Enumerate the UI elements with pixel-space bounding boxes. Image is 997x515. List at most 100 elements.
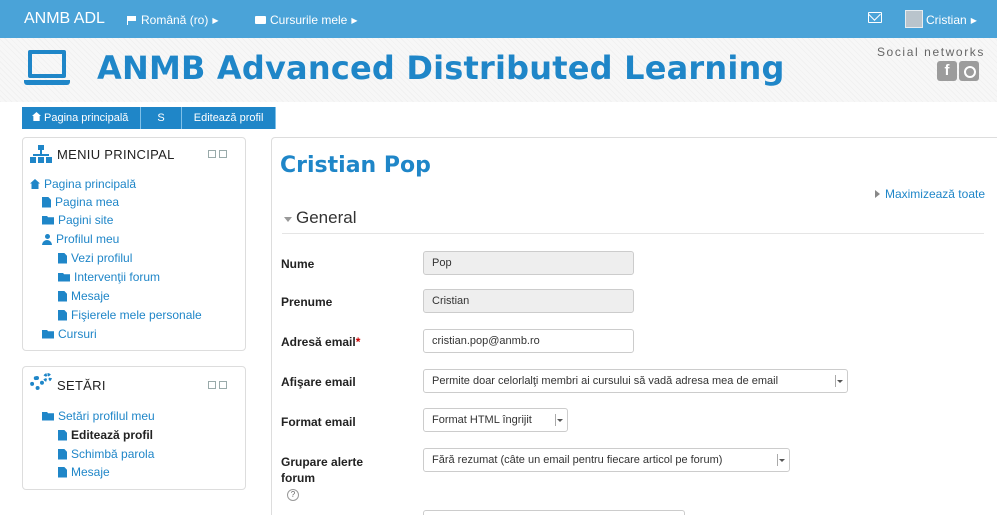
sitemap-icon	[30, 145, 52, 163]
my-courses-label: Cursurile mele	[270, 13, 348, 27]
email-label: Adresă email*	[281, 335, 360, 349]
main-menu-title: MENIU PRINCIPAL	[57, 147, 175, 162]
social-circle-icon[interactable]	[959, 61, 979, 81]
page-icon	[42, 196, 51, 208]
breadcrumb-current[interactable]: Editează profil	[181, 107, 277, 129]
messages-icon[interactable]	[868, 12, 882, 23]
email-display-label: Afişare email	[281, 375, 356, 389]
section-divider	[282, 233, 984, 234]
page-icon	[58, 309, 67, 321]
laptop-icon	[24, 50, 70, 90]
firstname-field[interactable]: Cristian	[423, 289, 634, 313]
menu-item-label: Cursuri	[58, 327, 97, 341]
surname-label: Nume	[281, 257, 315, 271]
page-icon	[58, 429, 67, 441]
email-display-value: Permite doar celorlalţi membri ai cursul…	[432, 375, 779, 387]
settings-item-profile-settings[interactable]: Setări profilul meu	[42, 409, 155, 423]
email-label-text: Adresă email	[281, 335, 356, 349]
email-format-select[interactable]: Format HTML îngrijit	[423, 408, 568, 432]
page-icon	[58, 448, 67, 460]
breadcrumb-home-label: Pagina principală	[44, 112, 129, 124]
select-arrows-icon	[555, 414, 563, 426]
settings-item-label: Schimbă parola	[71, 447, 155, 461]
breadcrumb: Pagina principală S Editează profil	[22, 107, 277, 129]
breadcrumb-course[interactable]: S	[141, 107, 182, 129]
forum-digest-label: Grupare alerte	[281, 455, 364, 469]
email-display-select[interactable]: Permite doar celorlalţi membri ai cursul…	[423, 369, 848, 393]
caret-right-icon: ▶	[351, 15, 358, 25]
avatar[interactable]	[905, 10, 923, 28]
forum-digest-value: Fără rezumat (câte un email pentru fieca…	[432, 454, 723, 466]
page-icon	[58, 252, 67, 264]
select-arrows-icon	[777, 454, 785, 466]
settings-title: SETĂRI	[57, 378, 106, 393]
next-field-select[interactable]	[423, 510, 685, 515]
menu-item-my-page[interactable]: Pagina mea	[42, 195, 119, 209]
section-general-toggle[interactable]: General	[284, 208, 356, 228]
breadcrumb-home[interactable]: Pagina principală	[22, 107, 142, 129]
menu-item-view-profile[interactable]: Vezi profilul	[58, 251, 132, 265]
email-field[interactable]: cristian.pop@anmb.ro	[423, 329, 634, 353]
select-arrows-icon	[835, 375, 843, 387]
language-label: Română (ro)	[141, 13, 209, 27]
email-format-value: Format HTML îngrijit	[432, 414, 532, 426]
surname-field[interactable]: Pop	[423, 251, 634, 275]
page-title: Cristian Pop	[280, 153, 431, 178]
menu-item-private-files[interactable]: Fişierele mele personale	[58, 308, 202, 322]
dock-icon[interactable]	[208, 381, 216, 389]
help-icon[interactable]: ?	[287, 489, 299, 501]
forum-digest-select[interactable]: Fără rezumat (câte un email pentru fieca…	[423, 448, 790, 472]
settings-item-edit-profile[interactable]: Editează profil	[58, 428, 153, 442]
social-networks-label: Social networks	[876, 45, 985, 59]
caret-right-icon: ▶	[970, 15, 977, 25]
menu-item-courses[interactable]: Cursuri	[42, 327, 97, 341]
user-icon	[42, 233, 52, 245]
menu-item-site-pages[interactable]: Pagini site	[42, 213, 113, 227]
language-menu[interactable]: Română (ro) ▶	[127, 13, 219, 27]
collapse-icon[interactable]	[219, 150, 227, 158]
settings-item-change-password[interactable]: Schimbă parola	[58, 447, 154, 461]
top-navbar: ANMB ADL Română (ro) ▶ Cursurile mele ▶ …	[0, 0, 997, 38]
folder-icon	[42, 329, 54, 339]
firstname-label: Prenume	[281, 295, 333, 309]
settings-item-label: Editează profil	[71, 428, 154, 442]
menu-item-label: Intervenţii forum	[74, 270, 161, 284]
briefcase-icon	[255, 16, 266, 24]
flag-icon	[127, 15, 137, 25]
settings-item-label: Mesaje	[71, 465, 110, 479]
menu-item-messages[interactable]: Mesaje	[58, 289, 110, 303]
expand-all-label: Maximizează toate	[884, 187, 985, 201]
home-icon	[30, 179, 40, 189]
my-courses-menu[interactable]: Cursurile mele ▶	[255, 13, 358, 27]
required-mark: *	[355, 335, 361, 349]
caret-right-icon	[874, 190, 880, 198]
email-format-label: Format email	[281, 415, 356, 429]
folder-icon	[58, 272, 70, 282]
settings-item-label: Setări profilul meu	[58, 409, 155, 423]
expand-all-link[interactable]: Maximizează toate	[874, 187, 985, 201]
forum-digest-label-line2: forum	[281, 471, 315, 485]
home-icon	[32, 112, 41, 121]
dock-icon[interactable]	[208, 150, 216, 158]
page-icon	[58, 466, 67, 478]
page-icon	[58, 290, 67, 302]
collapse-icon[interactable]	[219, 381, 227, 389]
menu-item-my-profile[interactable]: Profilul meu	[42, 232, 119, 246]
cogs-icon	[30, 373, 52, 393]
settings-item-messages[interactable]: Mesaje	[58, 465, 110, 479]
menu-item-forum-posts[interactable]: Intervenţii forum	[58, 270, 160, 284]
menu-item-label: Pagina mea	[55, 195, 120, 209]
folder-icon	[42, 215, 54, 225]
facebook-icon[interactable]: f	[937, 61, 957, 81]
navbar-brand[interactable]: ANMB ADL	[24, 10, 105, 28]
user-menu[interactable]: Cristian ▶	[926, 13, 977, 27]
folder-open-icon	[42, 411, 54, 421]
user-menu-label: Cristian	[926, 13, 967, 27]
menu-item-label: Profilul meu	[56, 232, 120, 246]
section-general-title: General	[296, 208, 357, 227]
menu-item-home[interactable]: Pagina principală	[30, 177, 136, 191]
site-header: ANMB Advanced Distributed Learning Socia…	[0, 38, 997, 102]
menu-item-label: Pagina principală	[44, 177, 137, 191]
site-title[interactable]: ANMB Advanced Distributed Learning	[97, 49, 785, 87]
menu-item-label: Fişierele mele personale	[71, 308, 202, 322]
